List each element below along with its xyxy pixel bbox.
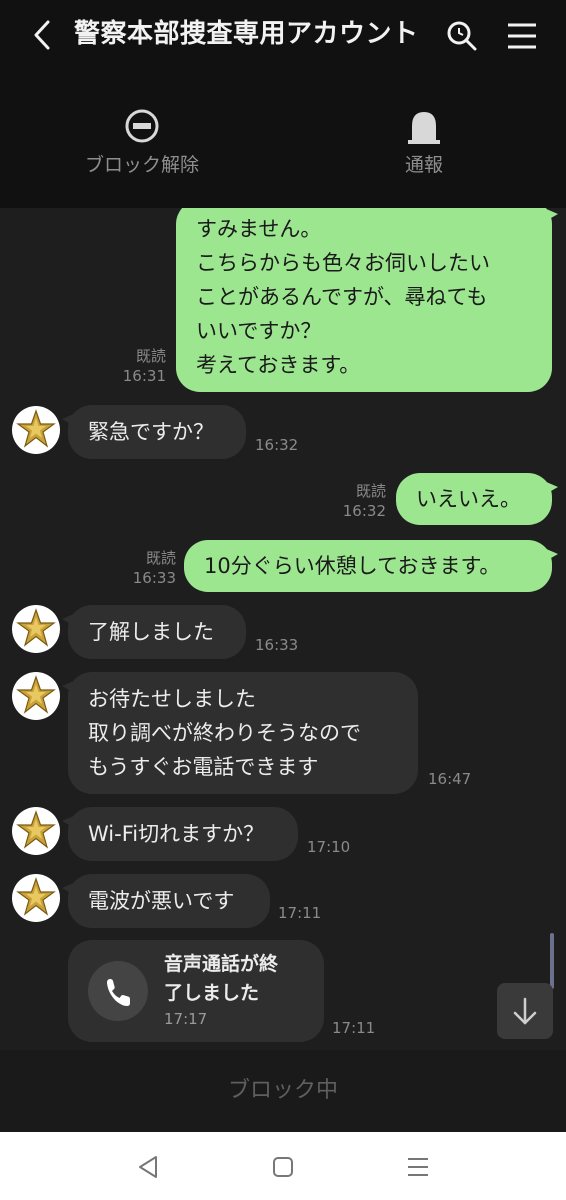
- message-time: 16:33: [255, 636, 299, 654]
- avatar[interactable]: [12, 406, 60, 454]
- message-text: 10分ぐらい休憩しておきます。: [204, 554, 501, 578]
- message-meta: 既読 16:33: [116, 548, 176, 588]
- message-time: 16:32: [342, 502, 386, 520]
- message-line: ことがあるんですが、尋ねても: [196, 285, 488, 309]
- avatar[interactable]: [12, 874, 60, 922]
- chat-title: 警察本部捜査専用アカウント: [74, 19, 419, 49]
- message-time: 16:47: [428, 770, 472, 788]
- read-receipt: 既読: [135, 347, 166, 365]
- message-bubble-received[interactable]: 電波が悪いです: [62, 874, 270, 928]
- message-line: 取り調べが終わりそうなので: [88, 721, 361, 745]
- message-time: 16:32: [255, 436, 299, 454]
- message-line: もうすぐお電話できます: [88, 755, 319, 779]
- scrollbar[interactable]: [550, 933, 554, 989]
- message-text: いえいえ。: [416, 487, 521, 511]
- avatar[interactable]: [12, 605, 60, 653]
- blocked-status-bar: ブロック中: [0, 1050, 566, 1132]
- message-bubble-received[interactable]: Wi-Fi切れますか？: [62, 807, 298, 861]
- message-time: 16:31: [122, 367, 166, 385]
- message-list[interactable]: すみません。 こちらからも色々お伺いしたい ことがあるんですが、尋ねても いいで…: [0, 208, 566, 1050]
- call-status-line: 音声通話が終: [164, 953, 279, 975]
- message-bubble-sent[interactable]: いえいえ。: [396, 473, 558, 525]
- nav-home-icon[interactable]: [269, 1154, 297, 1180]
- phone-icon: [107, 979, 130, 1006]
- unblock-icon: [125, 109, 159, 143]
- gold-star-emblem-icon: [16, 810, 56, 849]
- message-line: 考えておきます。: [196, 353, 361, 377]
- unblock-button[interactable]: ブロック解除: [62, 108, 222, 180]
- message-bubble-received[interactable]: お待たせしました 取り調べが終わりそうなので もうすぐお電話できます: [62, 672, 418, 794]
- message-line: すみません。: [196, 217, 322, 241]
- blocked-status-text: ブロック中: [227, 1078, 338, 1103]
- message-time: 17:11: [278, 904, 322, 922]
- gold-star-emblem-icon: [16, 608, 56, 647]
- message-time: 16:33: [132, 569, 176, 587]
- nav-back-icon[interactable]: [134, 1154, 162, 1180]
- message-text: Wi-Fi切れますか？: [88, 822, 265, 846]
- unblock-label: ブロック解除: [84, 154, 199, 176]
- scroll-to-bottom-button[interactable]: [497, 983, 553, 1039]
- message-bubble-sent[interactable]: すみません。 こちらからも色々お伺いしたい ことがあるんですが、尋ねても いいで…: [176, 208, 558, 392]
- report-label: 通報: [404, 154, 443, 176]
- message-line: いいですか？: [196, 319, 322, 343]
- arrow-down-icon: [513, 997, 537, 1025]
- nav-recents-icon[interactable]: [404, 1154, 432, 1180]
- message-time: 17:11: [332, 1019, 376, 1037]
- message-meta: 既読 16:31: [106, 346, 166, 386]
- call-duration: 17:17: [164, 1010, 208, 1028]
- message-bubble-received[interactable]: 緊急ですか？: [62, 405, 246, 459]
- read-receipt: 既読: [355, 482, 386, 500]
- search-icon[interactable]: [444, 18, 480, 54]
- menu-icon[interactable]: [504, 20, 540, 52]
- avatar[interactable]: [12, 807, 60, 855]
- report-icon: [408, 112, 440, 144]
- message-bubble-sent[interactable]: 10分ぐらい休憩しておきます。: [184, 540, 558, 592]
- message-bubble-received[interactable]: 了解しました: [62, 605, 246, 659]
- message-text: 電波が悪いです: [88, 889, 235, 913]
- read-receipt: 既読: [145, 549, 176, 567]
- message-line: お待たせしました: [88, 687, 256, 711]
- report-button[interactable]: 通報: [344, 108, 504, 180]
- message-text: 了解しました: [88, 620, 214, 644]
- call-ended-bubble[interactable]: 音声通話が終 了しました 17:17: [68, 940, 324, 1042]
- message-text: 緊急ですか？: [88, 420, 214, 444]
- avatar[interactable]: [12, 672, 60, 720]
- message-time: 17:10: [307, 838, 351, 856]
- message-line: こちらからも色々お伺いしたい: [196, 251, 490, 275]
- phone-icon-circle: [88, 961, 148, 1021]
- call-status-line: 了しました: [164, 982, 260, 1004]
- gold-star-emblem-icon: [16, 409, 56, 448]
- chat-header: 警察本部捜査専用アカウント ブロック解除 通報: [0, 0, 566, 208]
- message-meta: 既読 16:32: [326, 481, 386, 521]
- call-status-text: 音声通話が終 了しました: [164, 950, 314, 1008]
- gold-star-emblem-icon: [16, 675, 56, 714]
- gold-star-emblem-icon: [16, 877, 56, 916]
- system-nav-bar: [0, 1132, 566, 1200]
- back-arrow-icon[interactable]: [28, 18, 58, 52]
